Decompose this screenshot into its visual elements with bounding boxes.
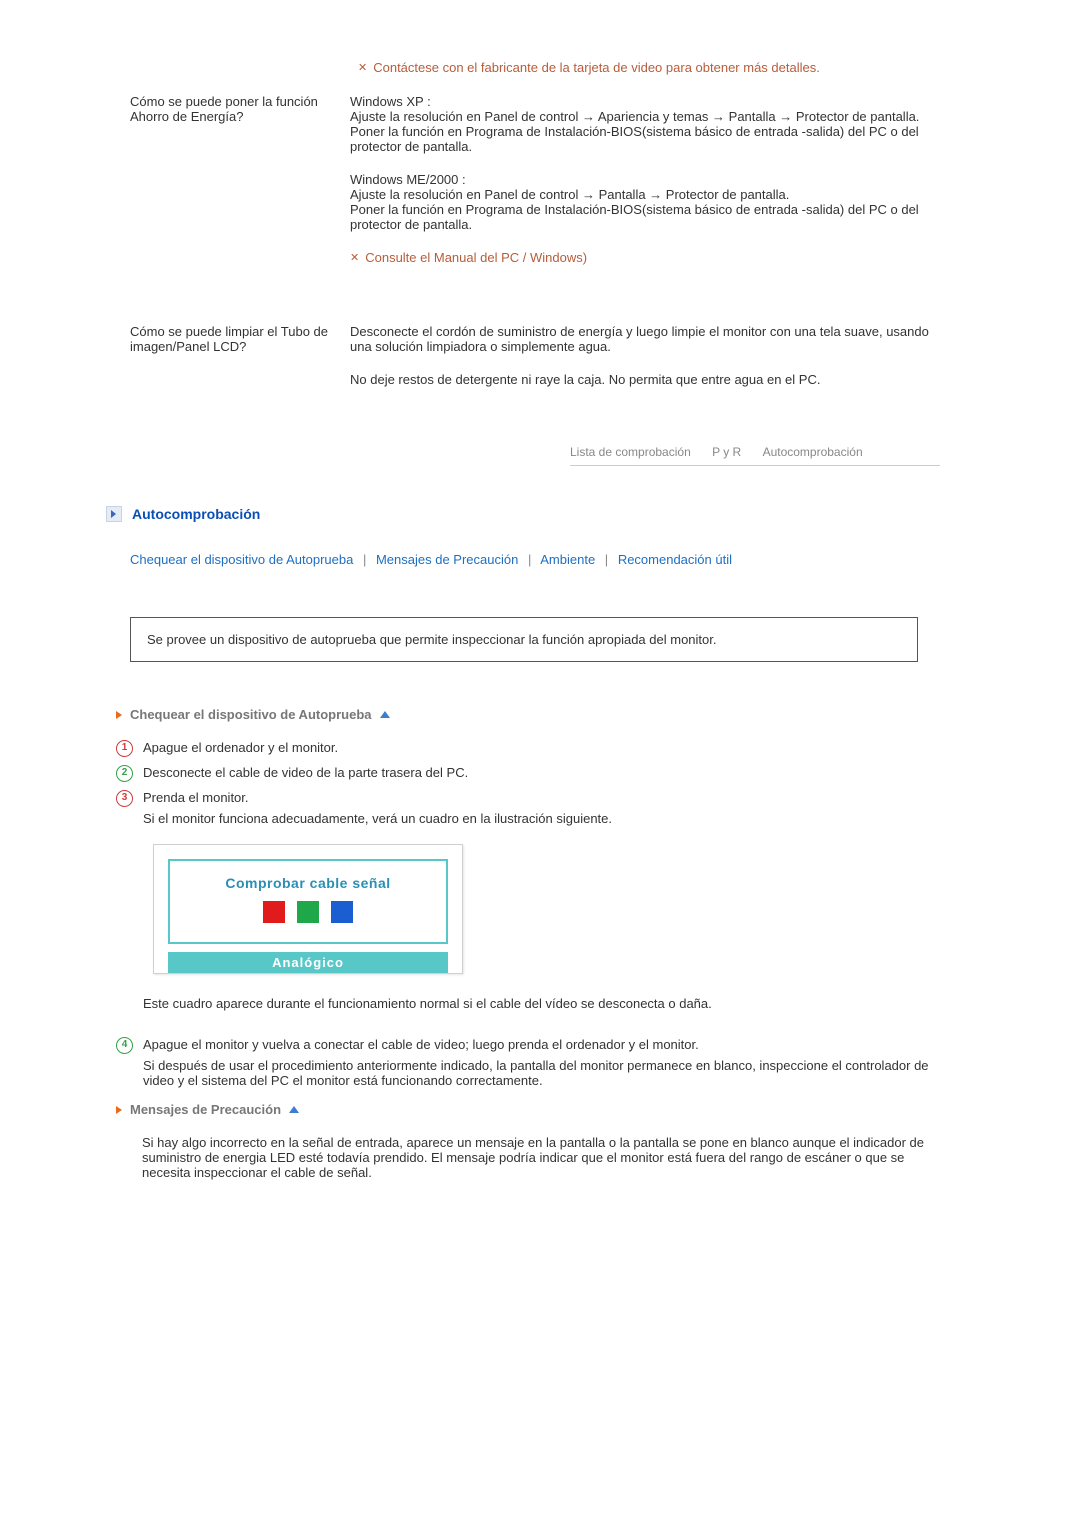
- answer-clean-2: No deje restos de detergente ni raye la …: [350, 372, 950, 387]
- after-illustration-text: Este cuadro aparece durante el funcionam…: [143, 996, 950, 1011]
- step-4: 4 Apague el monitor y vuelva a conectar …: [116, 1037, 950, 1088]
- note-x-icon: ✕: [350, 250, 359, 266]
- callout-text: Se provee un dispositivo de autoprueba q…: [147, 632, 716, 647]
- subheading-warnings: Mensajes de Precaución: [116, 1102, 950, 1117]
- step-number-icon: 2: [116, 765, 133, 782]
- note-text: Consulte el Manual del PC / Windows): [365, 250, 587, 266]
- manufacturer-note: ✕ Contáctese con el fabricante de la tar…: [358, 60, 950, 76]
- link-selftest-device[interactable]: Chequear el dispositivo de Autoprueba: [130, 552, 353, 567]
- subheading-text: Chequear el dispositivo de Autoprueba: [130, 707, 372, 722]
- tab-row: Lista de comprobación P y R Autocomproba…: [130, 445, 950, 466]
- link-warning-messages[interactable]: Mensajes de Precaución: [376, 552, 518, 567]
- step-3-sub: Si el monitor funciona adecuadamente, ve…: [143, 811, 950, 826]
- green-square-icon: [297, 901, 319, 923]
- blue-square-icon: [331, 901, 353, 923]
- orange-triangle-icon: [116, 711, 122, 719]
- top-note-row: ✕ Contáctese con el fabricante de la tar…: [130, 60, 950, 76]
- qa-question: Cómo se puede limpiar el Tubo de imagen/…: [130, 324, 350, 405]
- qa-clean-lcd: Cómo se puede limpiar el Tubo de imagen/…: [130, 324, 950, 405]
- illustration-inner: Comprobar cable señal: [168, 859, 448, 944]
- separator: |: [528, 552, 531, 567]
- step-2: 2 Desconecte el cable de video de la par…: [116, 765, 950, 782]
- document-page: ✕ Contáctese con el fabricante de la tar…: [130, 0, 950, 1398]
- separator: |: [363, 552, 366, 567]
- answer-winxp: Windows XP : Ajuste la resolución en Pan…: [350, 94, 950, 154]
- step-text: Prenda el monitor. Si el monitor funcion…: [143, 790, 950, 1029]
- orange-triangle-icon: [116, 1106, 122, 1114]
- step-text: Apague el ordenador y el monitor.: [143, 740, 950, 757]
- step-number-icon: 4: [116, 1037, 133, 1054]
- separator: |: [605, 552, 608, 567]
- qa-answer: Windows XP : Ajuste la resolución en Pan…: [350, 94, 950, 284]
- step-3-main: Prenda el monitor.: [143, 790, 950, 805]
- tab-faq[interactable]: P y R: [712, 445, 741, 459]
- tab-selftest[interactable]: Autocomprobación: [763, 445, 863, 459]
- step-3: 3 Prenda el monitor. Si el monitor funci…: [116, 790, 950, 1029]
- step-text: Desconecte el cable de video de la parte…: [143, 765, 950, 782]
- step-4-main: Apague el monitor y vuelva a conectar el…: [143, 1037, 950, 1052]
- numbered-steps: 1 Apague el ordenador y el monitor. 2 De…: [130, 740, 950, 1088]
- answer-clean-1: Desconecte el cordón de suministro de en…: [350, 324, 950, 354]
- qa-question: Cómo se puede poner la función Ahorro de…: [130, 94, 350, 284]
- callout-box: Se provee un dispositivo de autoprueba q…: [130, 617, 918, 662]
- step-4-sub: Si después de usar el procedimiento ante…: [143, 1058, 950, 1088]
- answer-winme: Windows ME/2000 : Ajuste la resolución e…: [350, 172, 950, 232]
- red-square-icon: [263, 901, 285, 923]
- tab-checklist[interactable]: Lista de comprobación: [570, 445, 691, 459]
- step-1: 1 Apague el ordenador y el monitor.: [116, 740, 950, 757]
- illustration: Comprobar cable señal Analógico: [153, 844, 950, 974]
- color-squares: [170, 901, 446, 942]
- note-text: Contáctese con el fabricante de la tarje…: [373, 60, 820, 76]
- qa-answer: Desconecte el cordón de suministro de en…: [350, 324, 950, 405]
- section-heading: Autocomprobación: [106, 506, 950, 522]
- subheading-text: Mensajes de Precaución: [130, 1102, 281, 1117]
- link-environment[interactable]: Ambiente: [540, 552, 595, 567]
- consult-manual-note: ✕ Consulte el Manual del PC / Windows): [350, 250, 950, 266]
- tab-group: Lista de comprobación P y R Autocomproba…: [570, 445, 940, 466]
- step-number-icon: 1: [116, 740, 133, 757]
- step-text: Apague el monitor y vuelva a conectar el…: [143, 1037, 950, 1088]
- up-triangle-icon[interactable]: [380, 711, 390, 718]
- note-x-icon: ✕: [358, 60, 367, 76]
- illustration-footer: Analógico: [168, 952, 448, 973]
- section-title: Autocomprobación: [132, 506, 260, 522]
- up-triangle-icon[interactable]: [289, 1106, 299, 1113]
- illustration-title: Comprobar cable señal: [170, 861, 446, 901]
- link-useful-tip[interactable]: Recomendación útil: [618, 552, 732, 567]
- anchor-links: Chequear el dispositivo de Autoprueba | …: [130, 552, 950, 567]
- play-square-icon: [106, 506, 122, 522]
- qa-energy-saving: Cómo se puede poner la función Ahorro de…: [130, 94, 950, 284]
- illustration-frame: Comprobar cable señal Analógico: [153, 844, 463, 974]
- step-number-icon: 3: [116, 790, 133, 807]
- warnings-paragraph: Si hay algo incorrecto en la señal de en…: [142, 1135, 950, 1180]
- subheading-selftest: Chequear el dispositivo de Autoprueba: [116, 707, 950, 722]
